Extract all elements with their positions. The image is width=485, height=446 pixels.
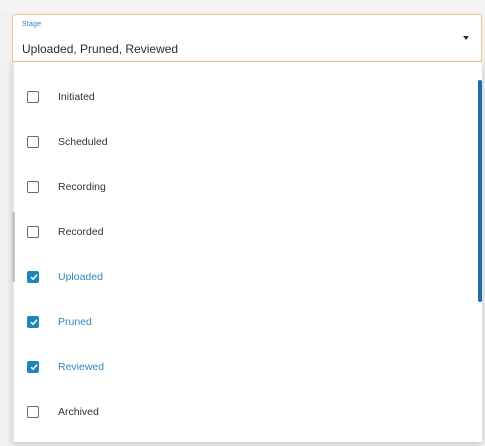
stage-select[interactable]: Stage Uploaded, Pruned, Reviewed [12, 14, 482, 62]
checkbox-icon[interactable] [27, 136, 39, 148]
page-background [0, 0, 485, 12]
stage-select-label: Stage [22, 21, 42, 28]
checkmark-icon [30, 274, 38, 281]
stage-select-value: Uploaded, Pruned, Reviewed [22, 42, 179, 56]
stage-options-menu: Initiated Scheduled Recording Recorded U… [12, 62, 482, 442]
option-recorded[interactable]: Recorded [12, 210, 472, 254]
option-reviewed[interactable]: Reviewed [12, 345, 472, 389]
option-archived[interactable]: Archived [12, 390, 472, 434]
option-recording[interactable]: Recording [12, 165, 472, 209]
option-label: Uploaded [58, 271, 103, 283]
option-label: Archived [58, 406, 99, 418]
option-scheduled[interactable]: Scheduled [12, 120, 472, 164]
option-label: Initiated [58, 91, 95, 103]
option-pruned[interactable]: Pruned [12, 300, 472, 344]
checkmark-icon [30, 319, 38, 326]
checkbox-icon[interactable] [27, 226, 39, 238]
checkbox-checked-icon[interactable] [27, 316, 39, 328]
checkbox-icon[interactable] [27, 181, 39, 193]
checkbox-checked-icon[interactable] [27, 361, 39, 373]
checkbox-icon[interactable] [27, 406, 39, 418]
option-label: Scheduled [58, 136, 108, 148]
option-initiated[interactable]: Initiated [12, 75, 472, 119]
scrollbar-thumb[interactable] [478, 80, 482, 302]
checkbox-icon[interactable] [27, 91, 39, 103]
caret-down-icon[interactable] [463, 36, 469, 40]
option-label: Recorded [58, 226, 104, 238]
option-label: Reviewed [58, 361, 105, 373]
option-uploaded[interactable]: Uploaded [12, 255, 472, 299]
option-label: Recording [58, 181, 106, 193]
checkmark-icon [30, 364, 38, 371]
option-label: Pruned [58, 316, 92, 328]
checkbox-checked-icon[interactable] [27, 271, 39, 283]
